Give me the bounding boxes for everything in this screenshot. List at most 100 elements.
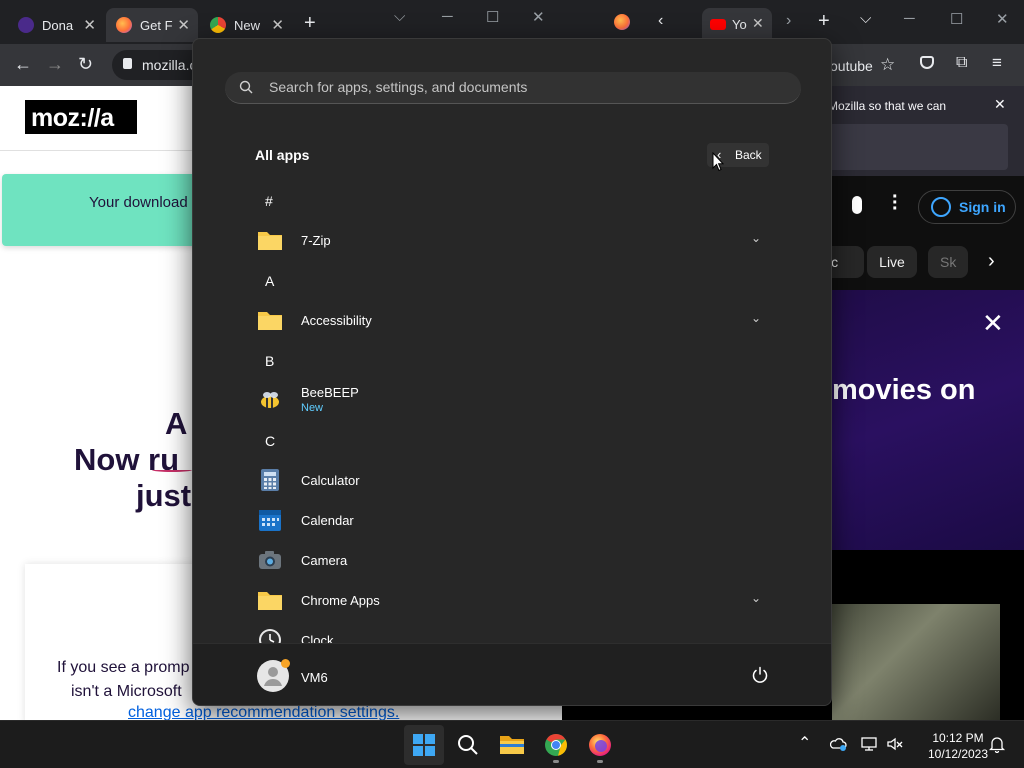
list-tabs-chevron-icon[interactable]: ⌵	[860, 10, 871, 27]
chrome-taskbar-button[interactable]	[536, 725, 576, 765]
chips-next-arrow-icon[interactable]: ›	[988, 250, 995, 273]
app-recommendation-link[interactable]: change app recommendation settings.	[128, 704, 399, 720]
download-banner-text: Your download	[89, 194, 188, 211]
desktop: Dona ✕ Get F ✕ New ✕ + ⌵ ─ ☐ ✕ ← → ↻ moz…	[0, 0, 1024, 768]
folder-icon	[500, 736, 524, 754]
tab-donate[interactable]: Dona ✕	[8, 8, 104, 42]
notice-close-icon[interactable]: ✕	[994, 96, 1006, 113]
section-letter-hash[interactable]: #	[265, 193, 273, 209]
firefox-taskbar-button[interactable]	[580, 725, 620, 765]
promo-heading: movies on	[832, 374, 976, 406]
bookmark-star-icon[interactable]: ☆	[880, 55, 895, 75]
clock-date[interactable]: 10/12/2023	[918, 747, 998, 761]
taskbar: ⌃ 10:12 PM 10/12/2023	[0, 720, 1024, 768]
section-letter-c[interactable]: C	[265, 433, 275, 449]
app-calculator[interactable]: Calculator	[247, 461, 787, 501]
sign-in-label: Sign in	[959, 199, 1006, 215]
maximize-icon[interactable]: ☐	[950, 10, 963, 28]
back-arrow-icon[interactable]: ←	[14, 54, 32, 75]
chevron-down-icon[interactable]: ⌄	[751, 231, 761, 245]
mozilla-logo[interactable]: moz://a	[25, 100, 137, 134]
mouse-cursor-icon	[712, 152, 724, 172]
tab-label: New	[234, 17, 261, 33]
new-tab-plus-icon[interactable]: +	[304, 12, 316, 35]
chip-live[interactable]: Live	[867, 246, 917, 278]
file-explorer-button[interactable]	[492, 725, 532, 765]
folder-icon	[258, 592, 282, 610]
app-name: 7-Zip	[301, 233, 331, 248]
app-7zip[interactable]: 7-Zip ⌄	[247, 221, 787, 261]
more-vert-icon[interactable]: · · ·	[892, 187, 899, 219]
video-thumbnail[interactable]	[832, 604, 1000, 720]
search-input[interactable]	[269, 72, 789, 102]
close-tab-icon[interactable]: ✕	[752, 15, 764, 32]
reload-icon[interactable]: ↻	[78, 54, 93, 75]
maximize-icon[interactable]: ☐	[486, 8, 499, 26]
taskbar-search-button[interactable]	[448, 725, 488, 765]
tab-label: Get F	[140, 17, 173, 33]
notification-bell-icon[interactable]	[988, 735, 1006, 753]
app-camera[interactable]: Camera	[247, 541, 787, 581]
address-text[interactable]: outube	[830, 58, 873, 74]
search-icon	[239, 80, 253, 94]
notice-action-area[interactable]	[828, 124, 1008, 170]
scroll-tabs-left-icon[interactable]: ‹	[658, 12, 663, 30]
forward-arrow-icon[interactable]: →	[46, 54, 64, 75]
tab-youtube[interactable]: Yo ✕	[702, 8, 772, 42]
app-name: Calculator	[301, 473, 360, 488]
promo-close-icon[interactable]: ✕	[982, 308, 1004, 339]
pocket-icon[interactable]	[920, 56, 934, 69]
show-hidden-icons-chevron-icon[interactable]: ⌃	[798, 733, 816, 752]
clock-time[interactable]: 10:12 PM	[918, 731, 998, 745]
app-accessibility[interactable]: Accessibility ⌄	[247, 301, 787, 341]
app-name: Camera	[301, 553, 348, 568]
close-window-icon[interactable]: ✕	[996, 10, 1009, 28]
minimize-icon[interactable]: ─	[442, 8, 453, 25]
bee-icon	[261, 392, 279, 408]
close-tab-icon[interactable]: ✕	[271, 16, 284, 34]
volume-muted-icon[interactable]	[886, 735, 904, 753]
app-beebeep[interactable]: BeeBEEP New	[247, 381, 787, 421]
firefox-favicon-icon[interactable]	[614, 14, 630, 30]
lock-icon	[123, 58, 132, 69]
new-badge: New	[301, 402, 324, 414]
app-clock[interactable]: Clock	[247, 621, 787, 643]
start-button[interactable]	[404, 725, 444, 765]
microphone-icon[interactable]	[852, 196, 862, 214]
chevron-down-icon[interactable]: ⌄	[751, 591, 761, 605]
app-chrome-apps[interactable]: Chrome Apps ⌄	[247, 581, 787, 621]
tab-new-tab[interactable]: New ✕	[200, 8, 292, 42]
tab-label: Yo	[732, 17, 747, 32]
close-window-icon[interactable]: ✕	[532, 8, 545, 26]
running-indicator	[553, 760, 559, 763]
network-display-icon[interactable]	[860, 735, 878, 753]
chevron-down-icon[interactable]: ⌄	[751, 311, 761, 325]
close-tab-icon[interactable]: ✕	[177, 16, 190, 34]
app-calendar[interactable]: Calendar	[247, 501, 787, 541]
power-icon[interactable]	[751, 666, 769, 684]
menu-hamburger-icon[interactable]: ≡	[992, 53, 1002, 73]
calculator-icon	[261, 469, 279, 491]
section-letter-a[interactable]: A	[265, 273, 274, 289]
sign-in-button[interactable]: Sign in	[918, 190, 1016, 224]
chrome-icon	[545, 734, 567, 756]
section-letter-b[interactable]: B	[265, 353, 274, 369]
onedrive-icon[interactable]	[830, 735, 848, 753]
app-name: Clock	[301, 633, 334, 643]
start-footer: VM6	[193, 643, 831, 705]
hero-underline-decoration	[152, 468, 192, 472]
minimize-icon[interactable]: ─	[904, 10, 915, 27]
user-name[interactable]: VM6	[301, 670, 328, 685]
close-tab-icon[interactable]: ✕	[83, 16, 96, 34]
tab-get-firefox[interactable]: Get F ✕	[106, 8, 198, 42]
app-name: Accessibility	[301, 313, 372, 328]
start-search-box[interactable]	[225, 72, 801, 104]
hero-line-3: just	[136, 478, 192, 513]
new-tab-plus-icon[interactable]: +	[818, 10, 830, 33]
tab-search-chevron-icon[interactable]: ⌵	[394, 8, 405, 25]
scroll-tabs-right-icon[interactable]: ›	[786, 12, 791, 30]
notice-text: Mozilla so that we can	[828, 99, 947, 113]
chip-skill[interactable]: Sk	[928, 246, 968, 278]
extensions-puzzle-icon[interactable]: ⧉	[956, 54, 967, 72]
hero-line-2: Now ru	[74, 442, 180, 477]
